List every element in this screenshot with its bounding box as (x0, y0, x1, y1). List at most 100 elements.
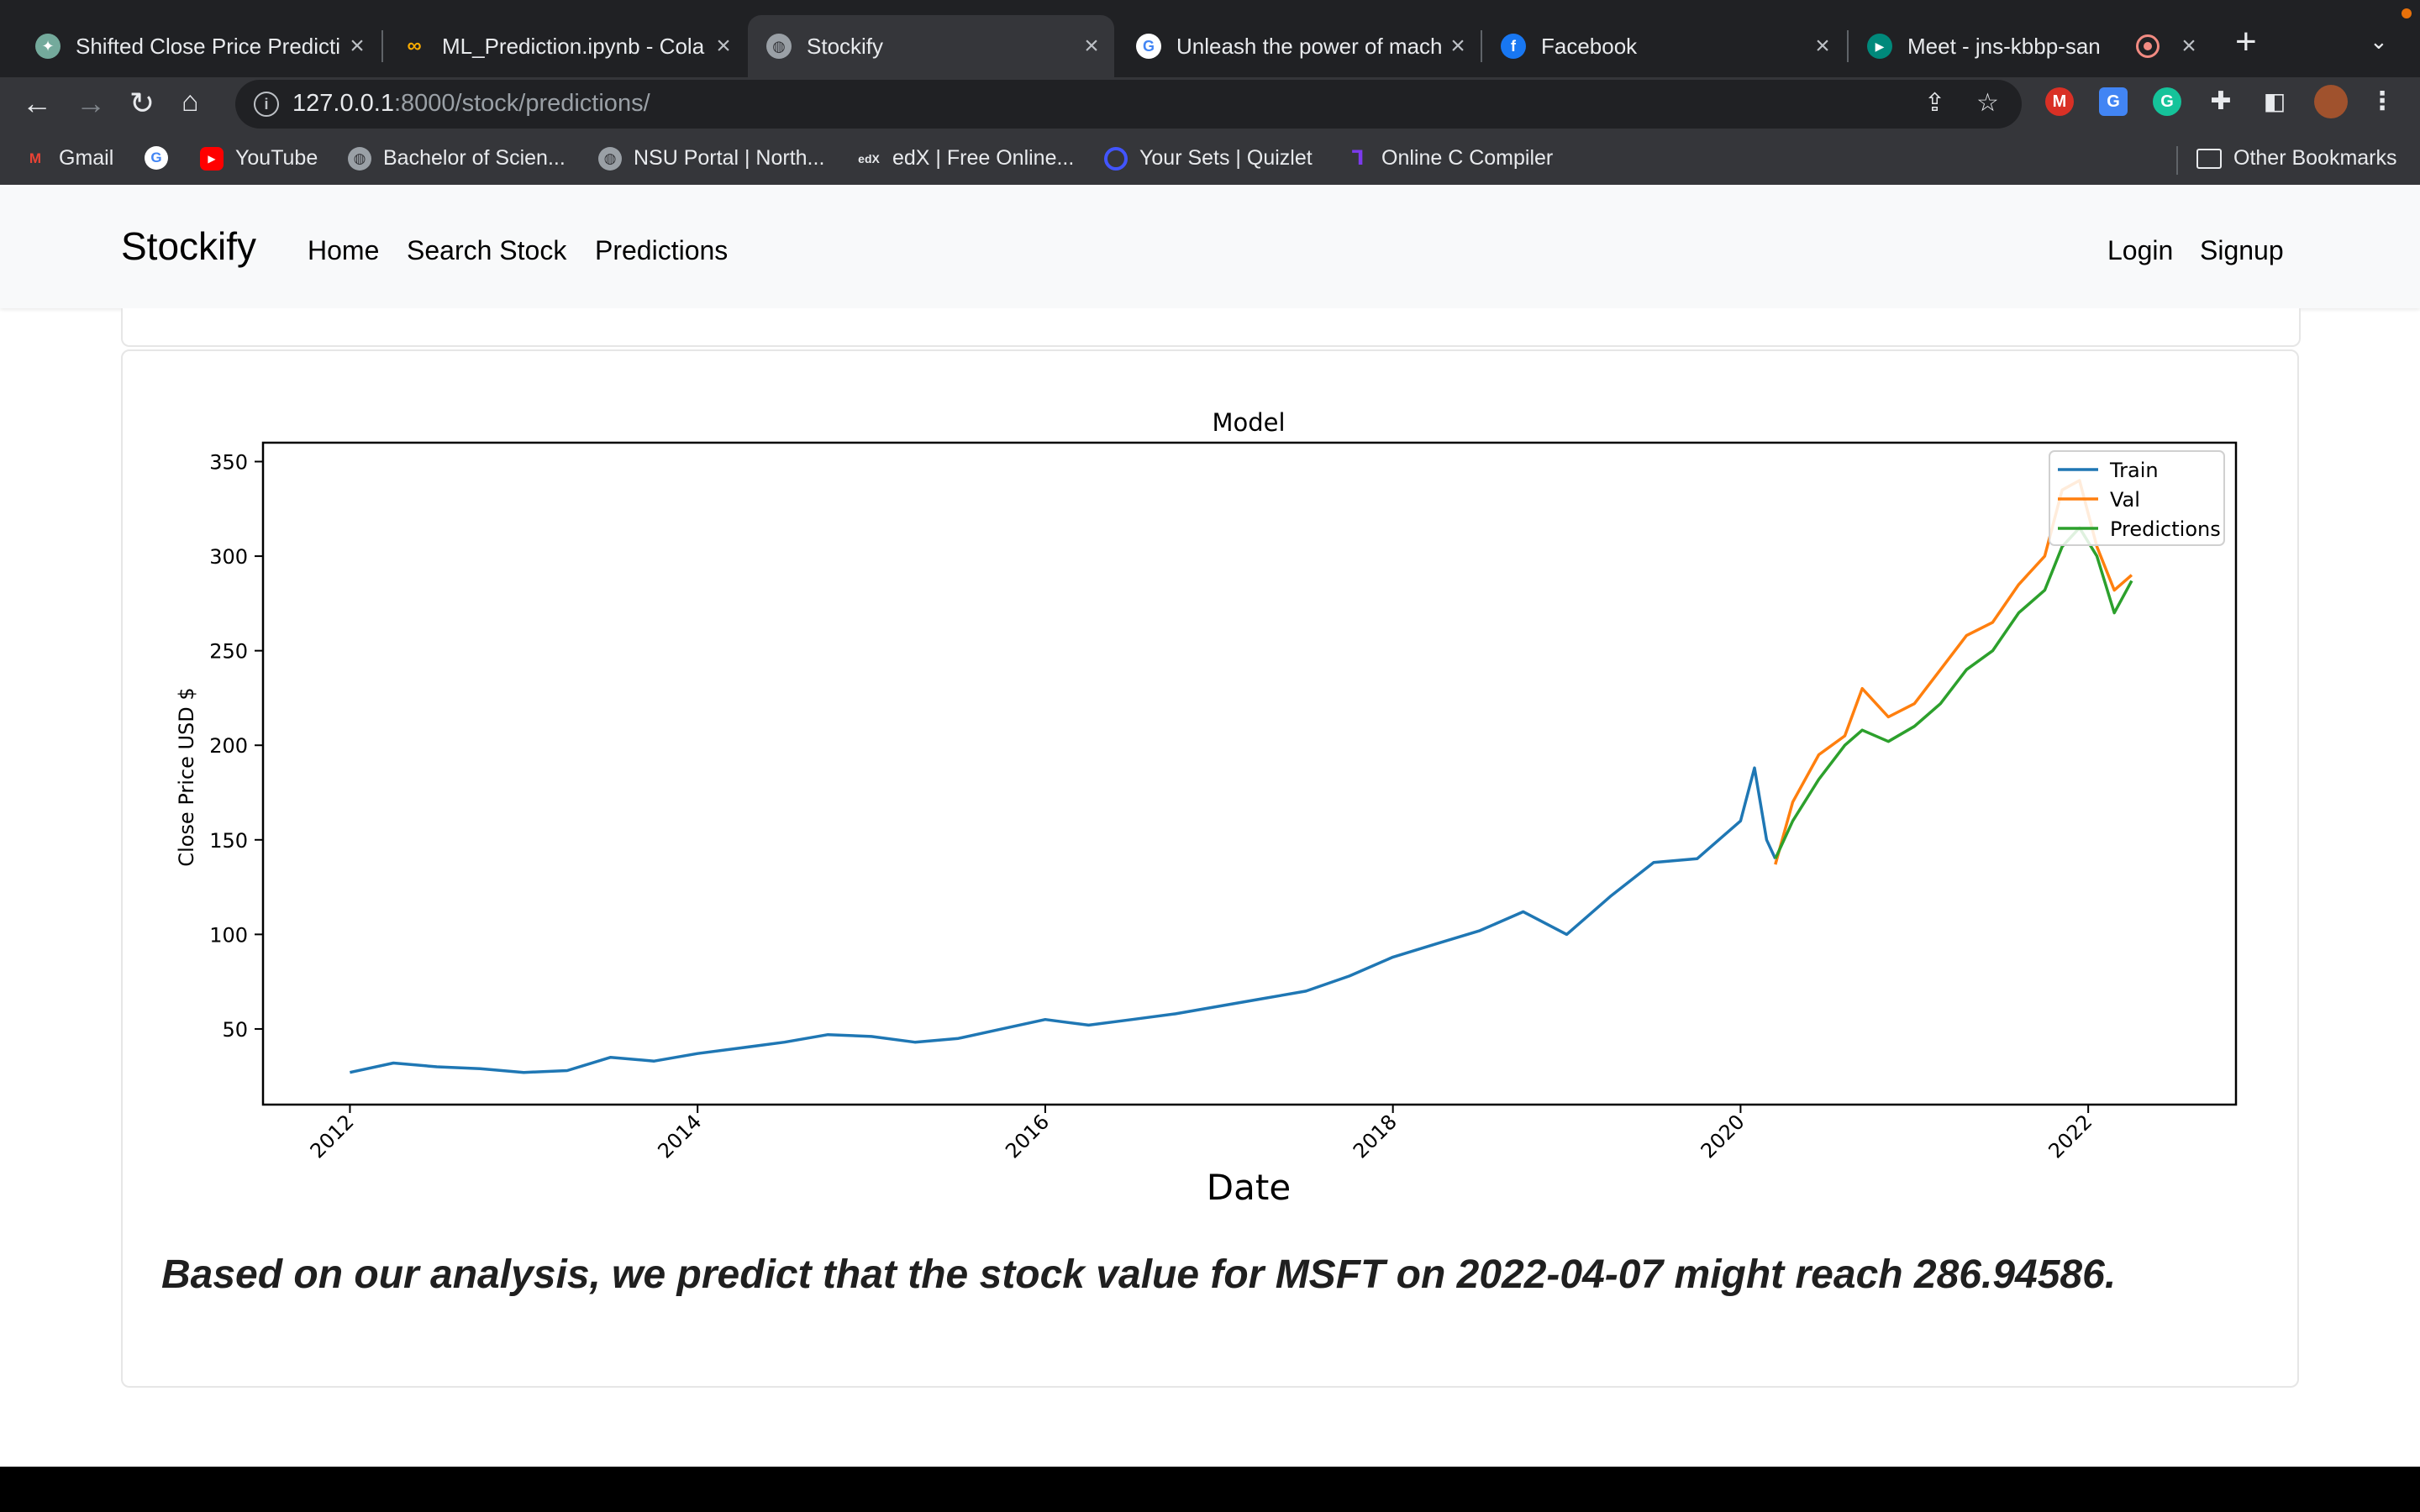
browser-tab[interactable]: G Unleash the power of mach × (1118, 15, 1481, 77)
reload-icon[interactable]: ↻ (129, 86, 155, 121)
browser-tab[interactable]: f Facebook × (1482, 15, 1845, 77)
address-bar[interactable]: i 127.0.0.1:8000/stock/predictions/ ⇪ ☆ (235, 80, 2022, 129)
previous-card-bottom (121, 308, 2301, 347)
colab-icon: ∞ (407, 34, 422, 57)
bookmark-label: Gmail (59, 146, 114, 170)
y-tick-label: 350 (209, 451, 248, 475)
prediction-result-text: Based on our analysis, we predict that t… (161, 1252, 2117, 1297)
bookmark-item[interactable]: ◍ Bachelor of Scien... (348, 146, 566, 171)
back-icon[interactable]: ← (22, 86, 52, 121)
legend-label: Val (2110, 488, 2140, 512)
url-host: 127.0.0.1 (292, 90, 394, 117)
info-icon[interactable]: i (254, 92, 279, 117)
y-tick-label: 150 (209, 829, 248, 853)
y-tick-label: 200 (209, 734, 248, 758)
bookmark-label: YouTube (235, 146, 318, 170)
youtube-icon: ▶ (200, 146, 224, 171)
mega-extension-icon[interactable]: M (2045, 87, 2074, 116)
url-text[interactable]: 127.0.0.1:8000/stock/predictions/ (292, 90, 650, 118)
other-bookmarks[interactable]: Other Bookmarks (2196, 146, 2397, 171)
bookmark-label: Bachelor of Scien... (383, 146, 566, 170)
close-icon[interactable]: × (1447, 32, 1469, 60)
y-tick-label: 250 (209, 640, 248, 664)
nav-search-stock[interactable]: Search Stock (407, 235, 566, 266)
chart-title: Model (1212, 408, 1285, 437)
bookmark-item[interactable]: ᒣ Online C Compiler (1346, 146, 1553, 171)
brand-logo[interactable]: Stockify (121, 223, 256, 269)
quizlet-icon (1104, 146, 1128, 171)
close-icon[interactable]: × (713, 32, 734, 60)
more-menu-icon[interactable]: ⋮ (2368, 87, 2396, 116)
recording-icon (2136, 34, 2160, 58)
avatar[interactable] (2314, 85, 2348, 118)
translate-extension-icon[interactable]: G (2099, 87, 2128, 116)
facebook-icon: f (1501, 34, 1526, 59)
bookmark-item[interactable]: edX edX | Free Online... (857, 146, 1074, 171)
x-tick-label: 2020 (1697, 1110, 1749, 1163)
bookmark-label: NSU Portal | North... (634, 146, 825, 170)
puzzle-icon[interactable]: ✚ (2207, 87, 2235, 116)
legend: Train Val Predictions (2049, 450, 2225, 546)
plot-frame (261, 441, 2238, 1106)
browser-tab[interactable]: ✦ Shifted Close Price Predicti × (17, 15, 380, 77)
x-tick-label: 2016 (1001, 1110, 1054, 1163)
series-line-train (350, 766, 1777, 1074)
bookmark-item[interactable]: ◍ NSU Portal | North... (598, 146, 824, 171)
y-tick-label: 50 (222, 1018, 248, 1042)
x-tick-label: 2018 (1349, 1110, 1402, 1163)
edx-icon: edX (858, 151, 880, 165)
browser-toolbar: ← → ↻ ⌂ i 127.0.0.1:8000/stock/predictio… (0, 77, 2420, 185)
tab-title: Facebook (1541, 33, 1638, 59)
globe-icon: ◍ (598, 146, 622, 171)
series-group (350, 479, 2133, 1074)
star-icon[interactable]: ☆ (1976, 88, 1999, 118)
y-axis: 50 100 150 200 250 300 350 (209, 451, 263, 1042)
update-indicator (2402, 8, 2412, 18)
nav-login[interactable]: Login (2107, 235, 2173, 266)
x-tick-label: 2022 (2044, 1110, 2096, 1163)
chevron-down-icon[interactable]: ⌄ (2370, 29, 2388, 55)
bookmark-label: Your Sets | Quizlet (1139, 146, 1313, 170)
tab-title: Unleash the power of mach (1176, 33, 1443, 59)
forward-icon[interactable]: → (76, 86, 106, 121)
nav-predictions[interactable]: Predictions (595, 235, 728, 266)
close-icon[interactable]: × (1812, 32, 1833, 60)
browser-tab[interactable]: ∞ ML_Prediction.ipynb - Cola × (383, 15, 746, 77)
nav-signup[interactable]: Signup (2200, 235, 2284, 266)
home-icon[interactable]: ⌂ (182, 86, 199, 118)
x-axis-label: Date (1207, 1167, 1291, 1208)
legend-label: Train (2109, 459, 2159, 482)
nav-home[interactable]: Home (308, 235, 379, 266)
bookmarks-bar: M Gmail G ▶ YouTube ◍ Bachelor of Scien.… (0, 139, 2420, 183)
compiler-icon: ᒣ (1351, 147, 1365, 170)
bookmark-item[interactable]: Your Sets | Quizlet (1104, 146, 1313, 171)
tab-title: Meet - jns-kbbp-san (1907, 33, 2101, 59)
browser-tab-active[interactable]: ◍ Stockify × (748, 15, 1114, 77)
x-tick-label: 2014 (653, 1110, 706, 1163)
footer (0, 1467, 2420, 1512)
close-icon[interactable]: × (1081, 32, 1102, 60)
new-tab-icon[interactable]: + (2235, 24, 2257, 60)
tab-title: Shifted Close Price Predicti (76, 33, 341, 59)
close-icon[interactable]: × (2178, 32, 2200, 60)
browser-tab-strip: ✦ Shifted Close Price Predicti × ∞ ML_Pr… (0, 0, 2420, 77)
close-icon[interactable]: × (346, 32, 368, 60)
side-panel-icon[interactable]: ◧ (2260, 87, 2289, 116)
bookmark-separator (2176, 146, 2178, 175)
bookmark-item[interactable]: G (145, 146, 180, 170)
tab-title: Stockify (807, 33, 884, 59)
chart-svg: Model 50100150200250300350 2012 2014 2016 2… (175, 408, 2238, 1208)
bookmark-item[interactable]: ▶ YouTube (200, 146, 318, 171)
grammarly-extension-icon[interactable]: G (2153, 87, 2181, 116)
bookmark-label: edX | Free Online... (892, 146, 1075, 170)
meet-icon: ▶ (1867, 34, 1892, 59)
bookmark-item[interactable]: M Gmail (24, 146, 113, 171)
series-line-predictions (1774, 526, 2133, 860)
legend-label: Predictions (2110, 517, 2221, 541)
share-icon[interactable]: ⇪ (1924, 88, 1945, 118)
browser-tab[interactable]: ▶ Meet - jns-kbbp-san × (1849, 15, 2212, 77)
google-icon: G (1136, 34, 1161, 59)
gmail-icon: M (29, 150, 42, 166)
url-path: :8000/stock/predictions/ (393, 90, 650, 117)
x-tick-label: 2012 (306, 1110, 359, 1163)
